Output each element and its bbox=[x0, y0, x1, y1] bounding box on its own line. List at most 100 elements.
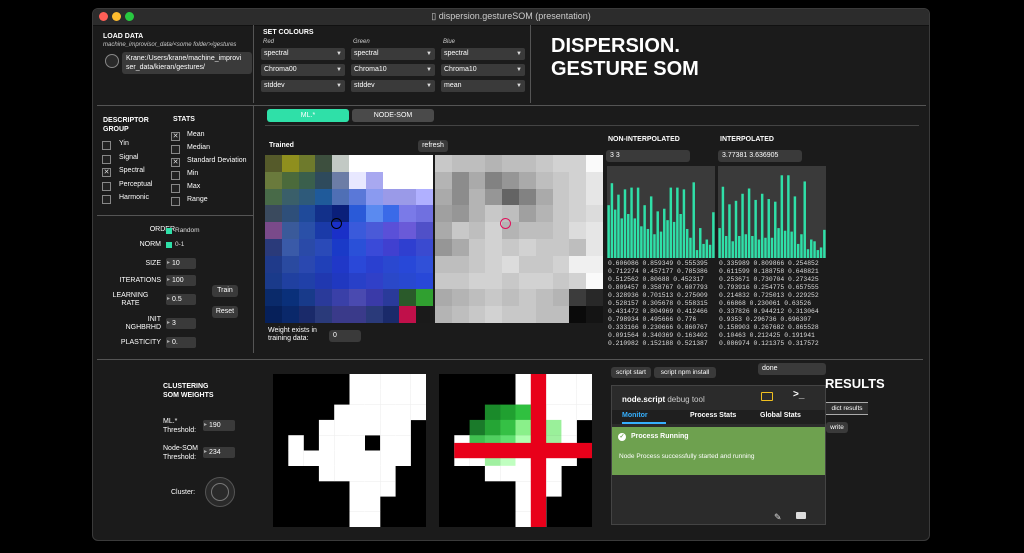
order-toggle[interactable] bbox=[166, 228, 172, 234]
som-cell[interactable] bbox=[298, 272, 316, 290]
stats-checkbox[interactable] bbox=[171, 145, 180, 154]
som-cell[interactable] bbox=[365, 239, 383, 256]
som-cell[interactable] bbox=[265, 306, 282, 324]
learning-rate-input[interactable]: 0.5 bbox=[166, 294, 196, 305]
som-cell[interactable] bbox=[399, 188, 417, 206]
som-cell[interactable] bbox=[349, 171, 366, 189]
som-cell[interactable] bbox=[281, 272, 299, 290]
gray-cell[interactable] bbox=[519, 171, 536, 189]
som-cell[interactable] bbox=[416, 155, 434, 172]
som-cell[interactable] bbox=[349, 239, 366, 256]
som-cell[interactable] bbox=[265, 272, 282, 290]
gray-cell[interactable] bbox=[435, 188, 452, 206]
som-cell[interactable] bbox=[298, 188, 316, 206]
som-cell[interactable] bbox=[315, 171, 333, 189]
som-cell[interactable] bbox=[365, 171, 383, 189]
som-cell[interactable] bbox=[265, 239, 282, 256]
som-cell[interactable] bbox=[382, 239, 400, 256]
gray-cell[interactable] bbox=[586, 239, 604, 256]
gray-cell[interactable] bbox=[552, 171, 570, 189]
som-cell[interactable] bbox=[315, 306, 333, 324]
som-cell[interactable] bbox=[416, 272, 434, 290]
script-start-button[interactable]: script start bbox=[611, 367, 651, 378]
gray-cell[interactable] bbox=[535, 222, 553, 240]
gray-cell[interactable] bbox=[535, 239, 553, 256]
gray-cell[interactable] bbox=[435, 255, 452, 273]
gray-cell[interactable] bbox=[435, 205, 452, 223]
refresh-button[interactable]: refresh bbox=[418, 140, 448, 152]
gray-cell[interactable] bbox=[552, 289, 570, 307]
som-cell[interactable] bbox=[349, 155, 366, 172]
gray-cell[interactable] bbox=[468, 171, 486, 189]
cluster-button[interactable] bbox=[205, 477, 235, 507]
som-cell[interactable] bbox=[349, 272, 366, 290]
weight-grayscale-grid[interactable] bbox=[435, 155, 604, 324]
terminal-icon[interactable]: >_ bbox=[793, 389, 804, 400]
som-cell[interactable] bbox=[281, 239, 299, 256]
som-cell[interactable] bbox=[332, 272, 350, 290]
dict-results-object[interactable]: dict results bbox=[826, 402, 868, 415]
gray-cell[interactable] bbox=[502, 171, 520, 189]
gray-cell[interactable] bbox=[535, 289, 553, 307]
som-cell[interactable] bbox=[349, 205, 366, 223]
gray-cell[interactable] bbox=[586, 222, 604, 240]
som-cell[interactable] bbox=[265, 205, 282, 223]
gray-cell[interactable] bbox=[485, 272, 503, 290]
gray-cell[interactable] bbox=[569, 205, 587, 223]
gray-cell[interactable] bbox=[552, 255, 570, 273]
som-cell[interactable] bbox=[265, 155, 282, 172]
som-cell[interactable] bbox=[281, 171, 299, 189]
som-cell[interactable] bbox=[281, 289, 299, 307]
som-cell[interactable] bbox=[365, 222, 383, 240]
som-cell[interactable] bbox=[382, 155, 400, 172]
som-cell[interactable] bbox=[399, 205, 417, 223]
som-cell[interactable] bbox=[265, 188, 282, 206]
som-cell[interactable] bbox=[399, 255, 417, 273]
som-cell[interactable] bbox=[399, 272, 417, 290]
som-cell[interactable] bbox=[365, 306, 383, 324]
som-cell[interactable] bbox=[382, 255, 400, 273]
folder-icon[interactable] bbox=[796, 512, 806, 519]
som-cell[interactable] bbox=[281, 306, 299, 324]
gray-cell[interactable] bbox=[586, 155, 604, 172]
gray-cell[interactable] bbox=[451, 222, 469, 240]
gray-cell[interactable] bbox=[586, 272, 604, 290]
som-cell[interactable] bbox=[416, 188, 434, 206]
gray-cell[interactable] bbox=[535, 171, 553, 189]
som-cell[interactable] bbox=[315, 155, 333, 172]
som-cell[interactable] bbox=[399, 171, 417, 189]
som-cell[interactable] bbox=[332, 289, 350, 307]
som-cell[interactable] bbox=[416, 222, 434, 240]
som-cell[interactable] bbox=[315, 205, 333, 223]
gray-cell[interactable] bbox=[468, 272, 486, 290]
som-cell[interactable] bbox=[281, 255, 299, 273]
script-npm-install-button[interactable]: script npm install bbox=[654, 367, 716, 378]
som-cell[interactable] bbox=[349, 255, 366, 273]
som-cell[interactable] bbox=[332, 171, 350, 189]
som-cell[interactable] bbox=[399, 289, 417, 307]
som-cell[interactable] bbox=[349, 289, 366, 307]
gray-cell[interactable] bbox=[569, 239, 587, 256]
som-cell[interactable] bbox=[332, 155, 350, 172]
som-cell[interactable] bbox=[399, 239, 417, 256]
gray-cell[interactable] bbox=[569, 171, 587, 189]
som-cell[interactable] bbox=[382, 205, 400, 223]
gray-cell[interactable] bbox=[468, 188, 486, 206]
gray-cell[interactable] bbox=[485, 155, 503, 172]
gray-cell[interactable] bbox=[569, 188, 587, 206]
som-cell[interactable] bbox=[315, 188, 333, 206]
gray-cell[interactable] bbox=[435, 239, 452, 256]
gray-cell[interactable] bbox=[586, 289, 604, 307]
gray-cell[interactable] bbox=[535, 255, 553, 273]
gray-cell[interactable] bbox=[451, 155, 469, 172]
ml-threshold-input[interactable]: 190 bbox=[203, 420, 235, 431]
som-cell[interactable] bbox=[365, 255, 383, 273]
blue-stat-dropdown[interactable]: mean ▼ bbox=[441, 80, 525, 92]
gray-cell[interactable] bbox=[552, 239, 570, 256]
descriptor-checkbox[interactable] bbox=[102, 154, 111, 164]
descriptor-checkbox[interactable]: ✕ bbox=[102, 168, 111, 177]
gray-cell[interactable] bbox=[468, 222, 486, 240]
som-cell[interactable] bbox=[265, 289, 282, 307]
red-descriptor-dropdown[interactable]: spectral ▼ bbox=[261, 48, 345, 60]
stats-checkbox[interactable]: ✕ bbox=[171, 158, 180, 167]
